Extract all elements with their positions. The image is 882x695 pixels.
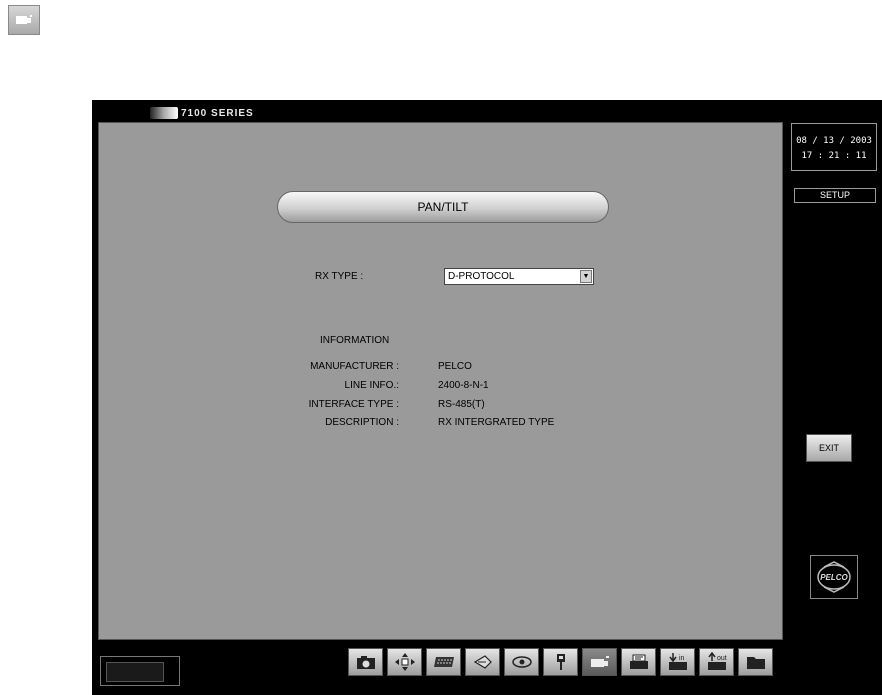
bottom-toolbar: in out xyxy=(348,648,773,676)
svg-text:in: in xyxy=(679,655,685,662)
zoom-in-icon xyxy=(473,655,492,669)
camera-icon xyxy=(356,656,375,669)
line-info-key: LINE INFO.: xyxy=(344,380,399,391)
time-text: 17 : 21 : 11 xyxy=(801,151,867,161)
svg-text:out: out xyxy=(717,655,727,662)
status-display xyxy=(100,656,180,686)
rx-type-value: D-PROTOCOL xyxy=(448,271,515,282)
exit-button[interactable]: EXIT xyxy=(806,434,852,462)
device-settings-icon xyxy=(629,654,648,669)
interface-type-key: INTERFACE TYPE : xyxy=(308,399,399,410)
rx-type-label: RX TYPE : xyxy=(315,271,364,282)
setup-screen: PAN/TILT RX TYPE : D-PROTOCOL ▼ INFORMAT… xyxy=(98,122,783,640)
mode-indicator: SETUP xyxy=(794,188,876,203)
eye-icon xyxy=(511,656,532,668)
description-key: DESCRIPTION : xyxy=(325,417,399,428)
move-button[interactable] xyxy=(387,648,422,676)
interface-type-value: RS-485(T) xyxy=(438,399,485,410)
input-button[interactable]: in xyxy=(660,648,695,676)
chevron-down-icon[interactable]: ▼ xyxy=(580,270,592,283)
brand-logo: 7100 SERIES xyxy=(150,106,254,120)
connector-icon xyxy=(556,654,565,670)
camera-monitor-icon[interactable] xyxy=(8,5,40,35)
rx-type-select[interactable]: D-PROTOCOL ▼ xyxy=(444,268,594,285)
folder-icon xyxy=(746,657,765,669)
dvr-frame: 7100 SERIES PAN/TILT RX TYPE : D-PROTOCO… xyxy=(92,100,882,695)
status-display-screen xyxy=(106,662,164,682)
svg-text:PELCO: PELCO xyxy=(820,573,848,582)
page-title: PAN/TILT xyxy=(277,191,609,223)
datetime-display: 08 / 13 / 2003 17 : 21 : 11 xyxy=(791,123,877,171)
pan-tilt-camera-icon xyxy=(590,656,609,667)
manufacturer-key: MANUFACTURER : xyxy=(310,361,399,372)
dx-logo-mark xyxy=(150,107,178,119)
brand-series-text: 7100 SERIES xyxy=(181,107,254,119)
zoom-button[interactable] xyxy=(465,648,500,676)
output-button[interactable]: out xyxy=(699,648,734,676)
date-text: 08 / 13 / 2003 xyxy=(796,136,872,146)
view-button[interactable] xyxy=(504,648,539,676)
keyboard-button[interactable] xyxy=(426,648,461,676)
pelco-logo: PELCO xyxy=(810,555,858,599)
camera-button[interactable] xyxy=(348,648,383,676)
move-arrows-icon xyxy=(394,653,415,671)
description-value: RX INTERGRATED TYPE xyxy=(438,417,555,428)
output-icon: out xyxy=(707,652,727,670)
pan-tilt-button[interactable] xyxy=(582,648,617,676)
keyboard-icon xyxy=(433,657,454,667)
manufacturer-value: PELCO xyxy=(438,361,472,372)
device-settings-button[interactable] xyxy=(621,648,656,676)
input-icon: in xyxy=(668,653,687,670)
connector-button[interactable] xyxy=(543,648,578,676)
line-info-value: 2400-8-N-1 xyxy=(438,380,489,391)
folder-button[interactable] xyxy=(738,648,773,676)
information-heading: INFORMATION xyxy=(320,335,390,346)
